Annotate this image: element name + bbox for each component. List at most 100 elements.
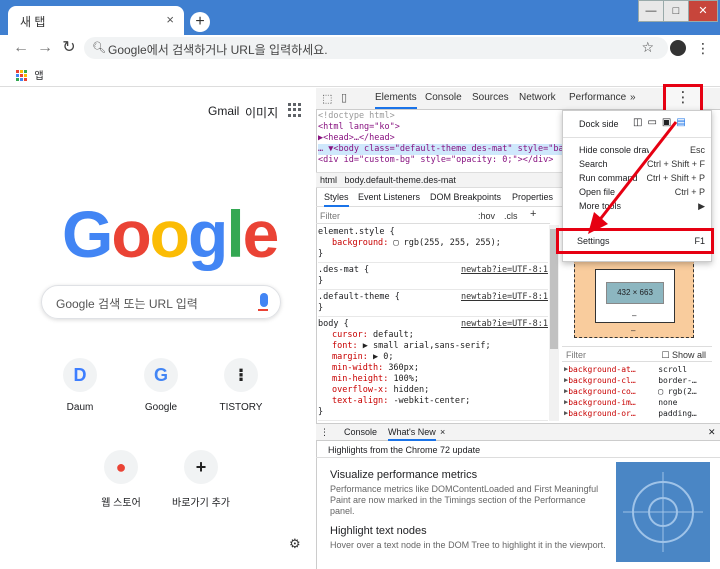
dom-node-line[interactable]: <html lang="ko"> bbox=[318, 122, 562, 133]
css-property[interactable]: min-height: 100%; bbox=[318, 374, 548, 385]
box-model-padding: – bbox=[632, 311, 637, 320]
address-bar[interactable]: 🔍︎ Google에서 검색하거나 URL을 입력하세요. ☆ bbox=[84, 37, 668, 59]
computed-properties: ▶ background-at… scroll ▶ background-cl… bord… bbox=[564, 364, 712, 422]
breadcrumb-html[interactable]: html bbox=[320, 175, 337, 185]
computed-property-row[interactable]: ▶ background-im… none bbox=[564, 397, 712, 408]
address-placeholder: Google에서 검색하거나 URL을 입력하세요. bbox=[108, 43, 328, 57]
images-link[interactable]: 이미지 bbox=[245, 104, 278, 121]
computed-property-row[interactable]: ▶ background-at… scroll bbox=[564, 364, 712, 375]
devtools-tab[interactable]: » bbox=[630, 92, 636, 103]
shortcut-label: 웹 스토어 bbox=[101, 498, 141, 509]
tab-close-icon[interactable]: × bbox=[166, 12, 174, 27]
logo-letter: l bbox=[226, 197, 244, 271]
computed-key: background-cl… bbox=[568, 376, 636, 385]
computed-property-row[interactable]: ▶ background-cl… border-… bbox=[564, 375, 712, 386]
ntp-search-box[interactable]: Google 검색 또는 URL 입력 bbox=[41, 285, 281, 319]
css-source-link[interactable]: newtab?ie=UTF-8:1 bbox=[461, 319, 548, 330]
release-note-text: Hover over a text node in the DOM Tree t… bbox=[330, 540, 606, 550]
computed-value: ▢ rgb(2… bbox=[658, 387, 697, 396]
computed-property-row[interactable]: ▶ background-or… padding… bbox=[564, 408, 712, 419]
css-rule[interactable]: .des-mat {newtab?ie=UTF-8:1} bbox=[318, 263, 548, 290]
computed-property-row[interactable]: ▶ background-co… ▢ rgb(2… bbox=[564, 386, 712, 397]
css-selector: element.style { bbox=[318, 227, 395, 237]
css-source-link[interactable]: newtab?ie=UTF-8:1 bbox=[461, 265, 548, 276]
dom-node-line[interactable]: ▶<head>…</head> bbox=[318, 133, 562, 144]
gmail-link[interactable]: Gmail bbox=[208, 104, 239, 118]
styles-scrollbar[interactable] bbox=[549, 225, 559, 421]
new-rule-button[interactable]: + bbox=[530, 208, 536, 220]
css-property[interactable]: margin: ▶ 0; bbox=[318, 352, 548, 363]
subtab-dom-breakpoints[interactable]: DOM Breakpoints bbox=[430, 192, 501, 202]
css-rule[interactable]: element.style {background: ▢ rgb(255, 25… bbox=[318, 225, 548, 263]
drawer-menu-icon[interactable]: ⋮ bbox=[320, 427, 329, 438]
close-window-button[interactable]: ✕ bbox=[688, 0, 718, 22]
shortcut-tile[interactable]: ⁝ TISTORY bbox=[201, 358, 281, 413]
styles-subtabs: Styles Event Listeners DOM Breakpoints P… bbox=[316, 189, 562, 207]
inspect-element-icon[interactable]: ⬚ bbox=[322, 92, 332, 105]
hov-toggle[interactable]: :hov bbox=[478, 211, 495, 221]
google-apps-icon[interactable] bbox=[288, 103, 302, 117]
drawer-tab-close-icon[interactable]: × bbox=[440, 427, 445, 437]
shortcut-tile[interactable]: + 바로가기 추가 bbox=[161, 450, 241, 509]
forward-arrow-icon[interactable]: → bbox=[36, 39, 54, 57]
css-rule[interactable]: .default-theme {newtab?ie=UTF-8:1} bbox=[318, 290, 548, 317]
cls-toggle[interactable]: .cls bbox=[504, 211, 518, 221]
annotation-arrow-icon bbox=[588, 121, 678, 234]
drawer-tab-whats-new[interactable]: What's New bbox=[388, 427, 436, 441]
bookmark-star-icon[interactable]: ☆ bbox=[641, 39, 654, 56]
computed-key: background-at… bbox=[568, 365, 636, 374]
css-property[interactable]: cursor: default; bbox=[318, 330, 548, 341]
dom-node-line[interactable]: <!doctype html> bbox=[318, 111, 562, 122]
dom-node-line[interactable]: <div id="custom-bg" style="opacity: 0;">… bbox=[318, 155, 562, 166]
devtools-tab[interactable]: Sources bbox=[472, 92, 509, 103]
tab-new-tab[interactable]: 새 탭 × bbox=[8, 6, 184, 36]
reload-icon[interactable]: ↻ bbox=[60, 39, 78, 57]
profile-avatar[interactable] bbox=[670, 40, 686, 56]
drawer-close-icon[interactable]: ✕ bbox=[708, 427, 716, 438]
apps-shortcut[interactable]: 앱 bbox=[16, 68, 44, 82]
settings-shortcut: F1 bbox=[694, 236, 705, 246]
subtab-event-listeners[interactable]: Event Listeners bbox=[358, 192, 420, 202]
whats-new-header: Highlights from the Chrome 72 update bbox=[316, 442, 720, 458]
shortcut-icon: ● bbox=[104, 450, 138, 484]
computed-filter-input[interactable]: Filter bbox=[566, 350, 586, 360]
devtools-tab[interactable]: Elements bbox=[375, 92, 417, 109]
device-toolbar-icon[interactable]: ▯ bbox=[341, 91, 347, 104]
css-property[interactable]: overflow-x: hidden; bbox=[318, 385, 548, 396]
dom-breadcrumb: html body.default-theme.des-mat bbox=[316, 172, 562, 188]
devtools-tab[interactable]: Performance bbox=[569, 92, 626, 103]
computed-value: border-… bbox=[658, 376, 697, 385]
customize-gear-icon[interactable]: ⚙ bbox=[289, 536, 301, 552]
chrome-menu-icon[interactable]: ⋮ bbox=[696, 38, 710, 58]
maximize-button[interactable]: □ bbox=[663, 0, 689, 22]
box-model-diagram: 432 × 663 – – bbox=[564, 250, 710, 342]
css-property[interactable]: font: ▶ small arial,sans-serif; bbox=[318, 341, 548, 352]
new-tab-button[interactable]: + bbox=[190, 12, 210, 32]
devtools-tab[interactable]: Console bbox=[425, 92, 462, 103]
show-all-checkbox[interactable]: ☐ Show all bbox=[661, 350, 706, 361]
shortcut-tile[interactable]: D Daum bbox=[40, 358, 120, 413]
back-arrow-icon[interactable]: ← bbox=[12, 39, 30, 57]
dom-node-line[interactable]: … ▼<body class="default-theme des-mat" s… bbox=[318, 144, 562, 155]
css-property[interactable]: min-width: 360px; bbox=[318, 363, 548, 374]
css-property[interactable]: text-align: -webkit-center; bbox=[318, 396, 548, 407]
shortcut-icon: G bbox=[144, 358, 178, 392]
subtab-properties[interactable]: Properties bbox=[512, 192, 553, 202]
logo-letter: o bbox=[111, 197, 151, 271]
styles-filter-input[interactable]: Filter bbox=[320, 211, 340, 221]
microphone-icon[interactable] bbox=[258, 293, 268, 311]
shortcut-icon: D bbox=[63, 358, 97, 392]
subtab-styles[interactable]: Styles bbox=[324, 192, 349, 207]
css-source-link[interactable]: newtab?ie=UTF-8:1 bbox=[461, 292, 548, 303]
styles-pane[interactable]: element.style {background: ▢ rgb(255, 25… bbox=[318, 225, 548, 421]
computed-key: background-im… bbox=[568, 398, 636, 407]
elements-dom-tree[interactable]: <!doctype html> <html lang="ko"> ▶<head>…… bbox=[318, 111, 562, 171]
minimize-button[interactable]: — bbox=[638, 0, 664, 22]
shortcut-tile[interactable]: G Google bbox=[121, 358, 201, 413]
css-rule[interactable]: body {newtab?ie=UTF-8:1 cursor: default; f… bbox=[318, 317, 548, 421]
css-property[interactable]: background: ▢ rgb(255, 255, 255); bbox=[318, 238, 548, 249]
drawer-tab-console[interactable]: Console bbox=[344, 427, 377, 437]
devtools-tab[interactable]: Network bbox=[519, 92, 556, 103]
shortcut-tile[interactable]: ● 웹 스토어 bbox=[81, 450, 161, 509]
breadcrumb-body[interactable]: body.default-theme.des-mat bbox=[345, 175, 456, 185]
